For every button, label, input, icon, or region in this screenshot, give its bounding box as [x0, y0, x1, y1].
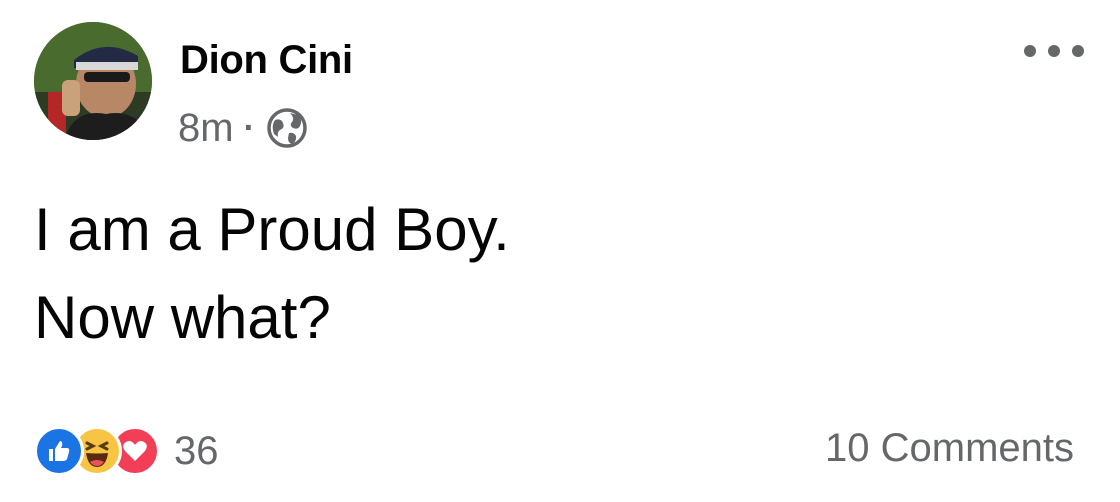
ellipsis-icon	[1048, 45, 1060, 57]
ellipsis-icon	[1072, 45, 1084, 57]
like-icon	[34, 426, 84, 476]
author-avatar[interactable]	[34, 22, 152, 140]
ellipsis-icon	[1024, 45, 1036, 57]
author-name[interactable]: Dion Cini	[180, 38, 353, 83]
reaction-count[interactable]: 36	[174, 429, 219, 474]
profile-photo-icon	[34, 22, 152, 140]
comments-link[interactable]: 10 Comments	[825, 426, 1074, 471]
globe-icon[interactable]	[265, 106, 309, 150]
post-text-line: I am a Proud Boy.	[34, 196, 510, 263]
facebook-post: Dion Cini 8m · I am a Proud Boy. Now wha…	[0, 0, 1120, 502]
post-timestamp[interactable]: 8m	[178, 106, 234, 151]
post-meta: 8m ·	[178, 104, 309, 152]
meta-separator: ·	[243, 109, 255, 147]
post-text: I am a Proud Boy. Now what?	[34, 186, 1074, 362]
reactions-summary[interactable]: 36	[34, 424, 219, 478]
post-text-line: Now what?	[34, 284, 331, 351]
more-options-button[interactable]	[1024, 36, 1084, 66]
